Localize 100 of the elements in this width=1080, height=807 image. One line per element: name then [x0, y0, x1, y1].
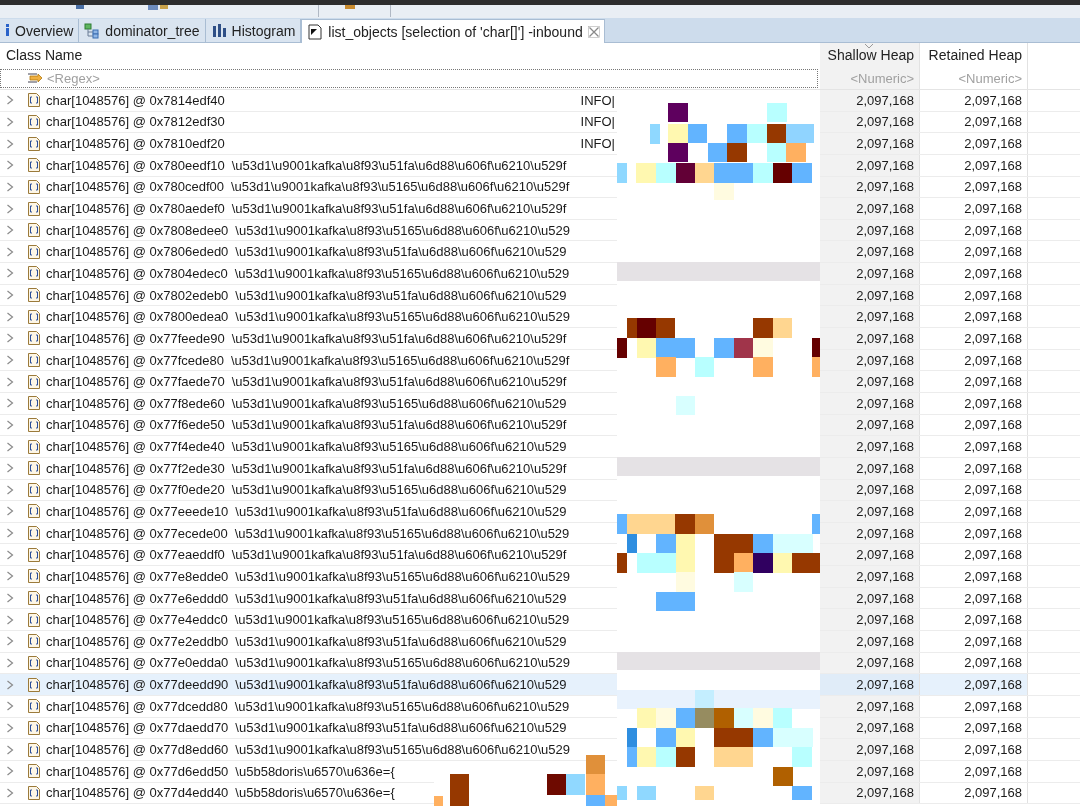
chevron-icon[interactable] — [6, 116, 14, 127]
value-text: INFO| — [580, 114, 615, 130]
tree-row[interactable]: char[1048576] @ 0x7814edf40 INFO| — [0, 90, 617, 111]
tree-row[interactable]: char[1048576] @ 0x77e0edda0 \u53d1\u9001kafka\u8f93\u5165\u6d88\u606f\u6210\u529 — [0, 652, 573, 674]
table-cell: 2,097,168 — [820, 219, 920, 241]
tree-row[interactable]: char[1048576] @ 0x7812edf30 INFO| — [0, 111, 617, 133]
column-header[interactable]: Retained Heap — [920, 43, 1028, 67]
chevron-icon[interactable] — [6, 203, 14, 214]
class-name-text: char[1048576] @ 0x7808edee0 — [46, 222, 229, 238]
tree-row[interactable]: char[1048576] @ 0x7800edea0 \u53d1\u9001kafka\u8f93\u5165\u6d88\u606f\u6210\u529 — [0, 306, 573, 328]
chevron-icon[interactable] — [6, 138, 14, 149]
array-icon — [28, 439, 40, 454]
tree-row[interactable]: char[1048576] @ 0x780aedef0 \u53d1\u9001kafka\u8f93\u51fa\u6d88\u606f\u6210\u529f — [0, 198, 569, 219]
tree-row[interactable]: char[1048576] @ 0x77fcede80 \u53d1\u9001kafka\u8f93\u5165\u6d88\u606f\u6210\u529f — [0, 349, 572, 371]
chevron-icon[interactable] — [6, 593, 14, 604]
chevron-icon[interactable] — [6, 549, 14, 560]
chevron-icon[interactable] — [6, 246, 14, 257]
tree-row[interactable]: char[1048576] @ 0x77f2ede30 \u53d1\u9001kafka\u8f93\u51fa\u6d88\u606f\u6210\u529f — [0, 457, 569, 479]
chevron-icon[interactable] — [6, 571, 14, 582]
chevron-icon[interactable] — [6, 787, 14, 798]
tree-row[interactable]: char[1048576] @ 0x77f0ede20 \u53d1\u9001kafka\u8f93\u5165\u6d88\u606f\u6210\u529 — [0, 479, 569, 501]
tree-row[interactable]: char[1048576] @ 0x780eedf10 \u53d1\u9001kafka\u8f93\u51fa\u6d88\u606f\u6210\u529f — [0, 154, 569, 176]
column-header[interactable]: Shallow Heap — [820, 43, 920, 67]
column-header[interactable]: Class Name — [0, 43, 820, 67]
chevron-icon[interactable] — [6, 95, 14, 106]
tree-row[interactable]: char[1048576] @ 0x77ecede00 \u53d1\u9001kafka\u8f93\u5165\u6d88\u606f\u6210\u529 — [0, 522, 572, 544]
value-text: \u53d1\u9001kafka\u8f93\u51fa\u6d88\u606f\u6210\u529f — [231, 157, 567, 173]
class-name-text: char[1048576] @ 0x77e2eddb0 — [46, 633, 229, 649]
table-cell: 2,097,168 — [920, 609, 1028, 630]
table-cell: 2,097,168 — [820, 782, 920, 804]
tree-row[interactable]: char[1048576] @ 0x7808edee0 \u53d1\u9001kafka\u8f93\u5165\u6d88\u606f\u6210\u529 — [0, 219, 573, 241]
close-icon[interactable] — [587, 25, 600, 38]
tree-row[interactable]: char[1048576] @ 0x77eaeddf0 \u53d1\u9001kafka\u8f93\u51fa\u6d88\u606f\u6210\u529f — [0, 544, 569, 566]
tree-row[interactable]: char[1048576] @ 0x7806eded0 \u53d1\u9001kafka\u8f93\u51fa\u6d88\u606f\u6210\u529 — [0, 241, 569, 263]
tree-row[interactable]: char[1048576] @ 0x77e6eddd0 \u53d1\u9001kafka\u8f93\u51fa\u6d88\u606f\u6210\u529 — [0, 587, 569, 609]
tree-row[interactable]: char[1048576] @ 0x7804edec0 \u53d1\u9001kafka\u8f93\u5165\u6d88\u606f\u6210\u529 — [0, 263, 572, 284]
tree-row[interactable]: char[1048576] @ 0x77e2eddb0 \u53d1\u9001kafka\u8f93\u51fa\u6d88\u606f\u6210\u529 — [0, 631, 569, 652]
chevron-icon[interactable] — [6, 290, 14, 301]
chevron-icon[interactable] — [6, 398, 14, 409]
chevron-icon[interactable] — [6, 419, 14, 430]
tree-row[interactable]: char[1048576] @ 0x77e4eddc0 \u53d1\u9001kafka\u8f93\u5165\u6d88\u606f\u6210\u529 — [0, 609, 572, 630]
tree-row[interactable]: char[1048576] @ 0x780cedf00 \u53d1\u9001kafka\u8f93\u5165\u6d88\u606f\u6210\u529f — [0, 176, 572, 198]
class-name-text: char[1048576] @ 0x7804edec0 — [46, 265, 228, 281]
chevron-icon[interactable] — [6, 181, 14, 192]
value-text: \u53d1\u9001kafka\u8f93\u5165\u6d88\u606f\u6210\u529f — [231, 352, 570, 368]
tree-row[interactable]: char[1048576] @ 0x7802edeb0 \u53d1\u9001kafka\u8f93\u51fa\u6d88\u606f\u6210\u529 — [0, 284, 569, 306]
tree-row[interactable]: char[1048576] @ 0x77f8ede60 \u53d1\u9001kafka\u8f93\u5165\u6d88\u606f\u6210\u529 — [0, 392, 569, 414]
tree-row[interactable]: char[1048576] @ 0x77d4edd40 \u5b58doris\u6570\u636e={ — [0, 782, 397, 804]
chevron-icon[interactable] — [6, 311, 14, 322]
chevron-icon[interactable] — [6, 160, 14, 171]
chevron-icon[interactable] — [6, 744, 14, 755]
chevron-icon[interactable] — [6, 376, 14, 387]
tree-row[interactable]: char[1048576] @ 0x77daedd70 \u53d1\u9001kafka\u8f93\u51fa\u6d88\u606f\u6210\u529 — [0, 717, 569, 739]
tree-row[interactable]: char[1048576] @ 0x77f4ede40 \u53d1\u9001kafka\u8f93\u5165\u6d88\u606f\u6210\u529 — [0, 436, 569, 457]
chevron-icon[interactable] — [6, 766, 14, 777]
table-cell: 2,097,168 — [820, 457, 920, 479]
chevron-icon[interactable] — [6, 614, 14, 625]
chevron-icon[interactable] — [6, 701, 14, 712]
class-name-text: char[1048576] @ 0x77dcedd80 — [46, 698, 228, 714]
class-name-text: char[1048576] @ 0x77e4eddc0 — [46, 612, 228, 628]
table-cell: 2,097,168 — [920, 566, 1028, 587]
tab[interactable]: Overview — [0, 19, 80, 42]
chevron-icon[interactable] — [6, 268, 14, 279]
chevron-icon[interactable] — [6, 657, 14, 668]
tab[interactable]: dominator_tree — [79, 19, 206, 42]
chevron-icon[interactable] — [6, 506, 14, 517]
chevron-icon[interactable] — [6, 722, 14, 733]
table-cell: 2,097,168 — [920, 587, 1028, 609]
tree-row[interactable]: char[1048576] @ 0x77e8edde0 \u53d1\u9001kafka\u8f93\u5165\u6d88\u606f\u6210\u529 — [0, 566, 573, 587]
tree-row[interactable]: char[1048576] @ 0x77dcedd80 \u53d1\u9001kafka\u8f93\u5165\u6d88\u606f\u6210\u529 — [0, 695, 572, 717]
tree-row[interactable]: char[1048576] @ 0x77faede70 \u53d1\u9001kafka\u8f93\u51fa\u6d88\u606f\u6210\u529f — [0, 371, 569, 392]
chevron-icon[interactable] — [6, 636, 14, 647]
tab[interactable]: Histogram — [205, 19, 302, 42]
filter-icon — [27, 71, 43, 85]
value-text: \u53d1\u9001kafka\u8f93\u5165\u6d88\u606f\u6210\u529 — [234, 265, 570, 281]
tree-row[interactable]: char[1048576] @ 0x77d6edd50 \u5b58doris\u6570\u636e={ — [0, 760, 397, 782]
chevron-icon[interactable] — [6, 484, 14, 495]
tree-row[interactable]: char[1048576] @ 0x7810edf20 INFO| — [0, 133, 617, 154]
table-cell: 2,097,168 — [820, 284, 920, 306]
chevron-icon[interactable] — [6, 225, 14, 236]
value-text: \u53d1\u9001kafka\u8f93\u51fa\u6d88\u606f\u6210\u529f — [231, 547, 567, 563]
table-cell: 2,097,168 — [820, 414, 920, 436]
value-text: \u53d1\u9001kafka\u8f93\u51fa\u6d88\u606f\u6210\u529 — [235, 287, 567, 303]
class-name-text: char[1048576] @ 0x7800edea0 — [46, 309, 229, 325]
tree-row[interactable]: char[1048576] @ 0x77d8edd60 \u53d1\u9001kafka\u8f93\u5165\u6d88\u606f\u6210\u529 — [0, 739, 573, 760]
chevron-icon[interactable] — [6, 679, 14, 690]
class-name-text: char[1048576] @ 0x77eeede10 — [46, 504, 229, 519]
value-text: \u53d1\u9001kafka\u8f93\u5165\u6d88\u606f\u6210\u529 — [234, 612, 570, 628]
tab[interactable]: list_objects [selection of 'char[]'] -inbound — [301, 19, 605, 43]
tree-row[interactable]: char[1048576] @ 0x77eeede10 \u53d1\u9001kafka\u8f93\u51fa\u6d88\u606f\u6210\u529 — [0, 501, 569, 522]
class-name-text: char[1048576] @ 0x77daedd70 — [46, 720, 229, 736]
chevron-icon[interactable] — [6, 528, 14, 539]
chevron-icon[interactable] — [6, 333, 14, 344]
tree-row[interactable]: char[1048576] @ 0x77f6ede50 \u53d1\u9001kafka\u8f93\u51fa\u6d88\u606f\u6210\u529f — [0, 414, 569, 436]
chevron-icon[interactable] — [6, 463, 14, 474]
table-cell: 2,097,168 — [820, 241, 920, 263]
chevron-icon[interactable] — [6, 355, 14, 365]
tree-row[interactable]: char[1048576] @ 0x77deedd90 \u53d1\u9001kafka\u8f93\u51fa\u6d88\u606f\u6210\u529 — [0, 674, 617, 695]
chevron-icon[interactable] — [6, 441, 14, 452]
tree-row[interactable]: char[1048576] @ 0x77feede90 \u53d1\u9001kafka\u8f93\u51fa\u6d88\u606f\u6210\u529f — [0, 328, 569, 349]
